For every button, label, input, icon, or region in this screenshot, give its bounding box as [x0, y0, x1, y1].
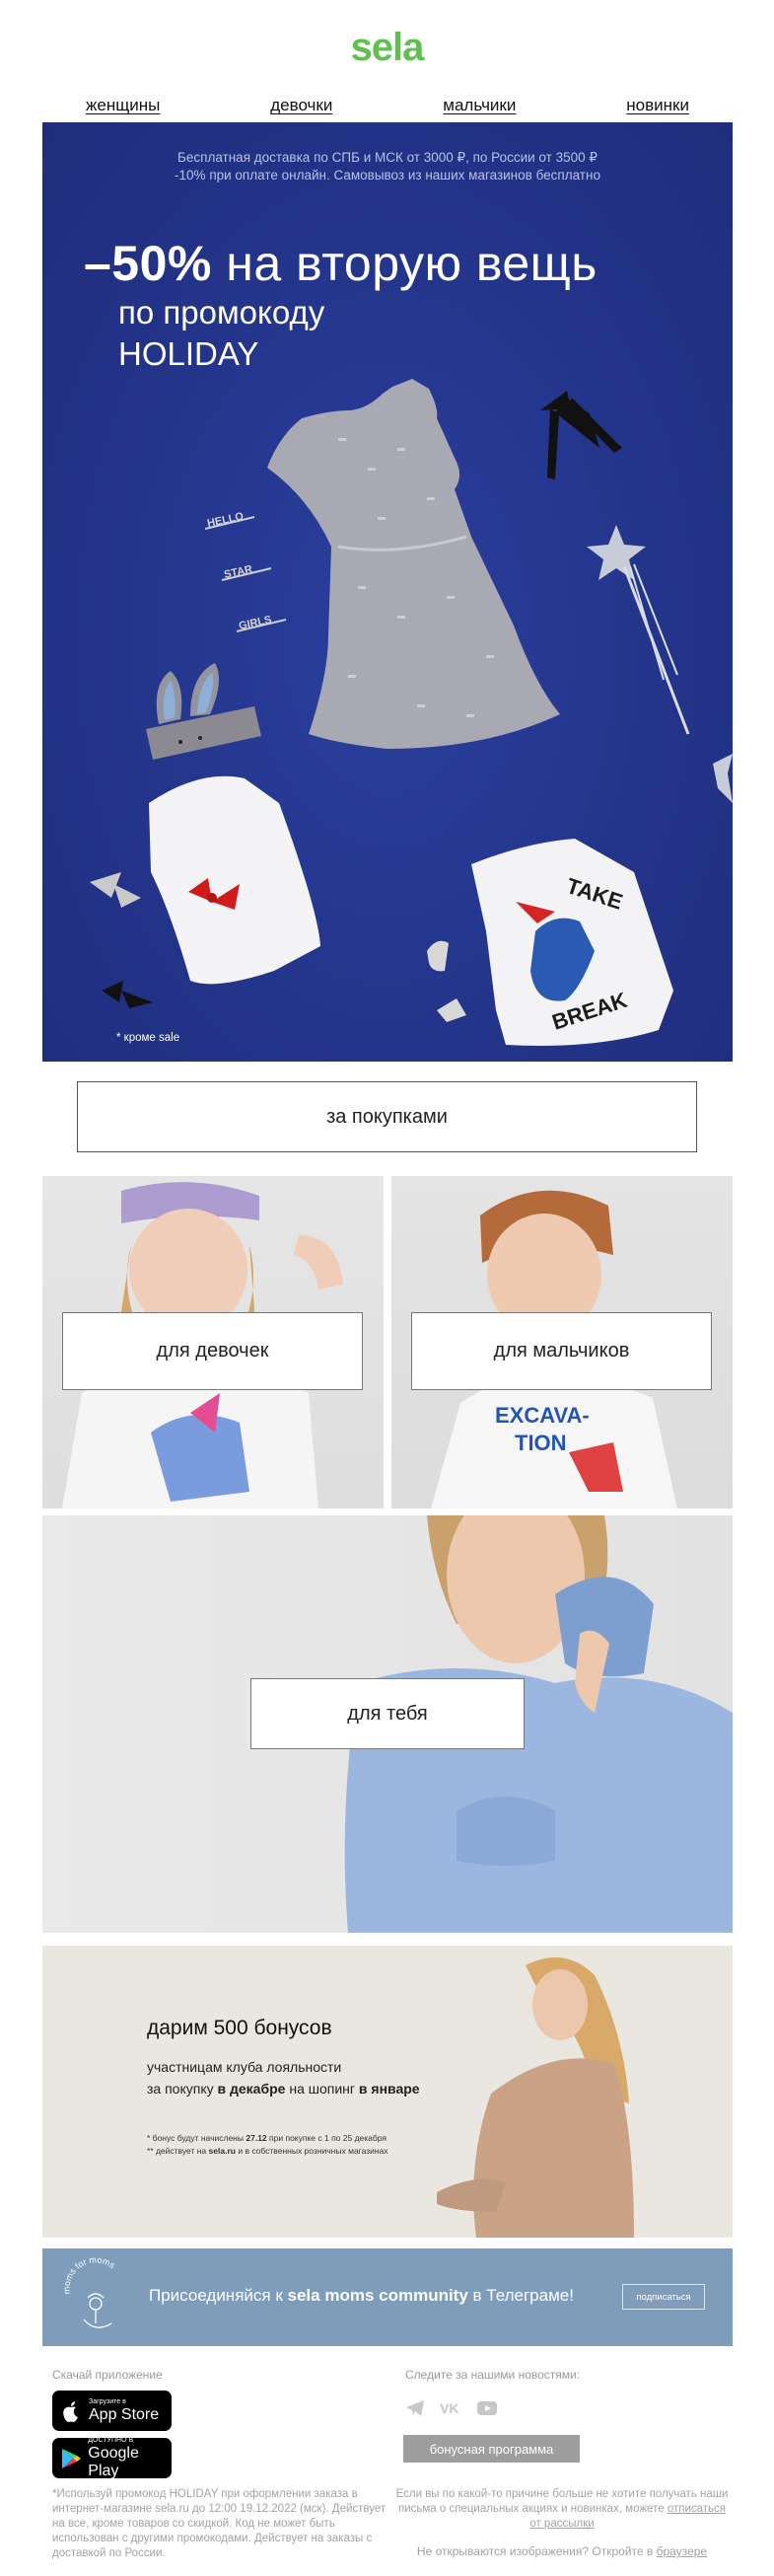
telegram-icon[interactable]	[405, 2399, 425, 2417]
bonus-line2-pre: за покупку	[147, 2081, 214, 2097]
bonus-line2-december: в декабре	[217, 2081, 286, 2097]
unsubscribe-text: Если вы по какой-то причине больше не хо…	[395, 2487, 729, 2532]
svg-text:EXCAVA-: EXCAVA-	[495, 1403, 590, 1428]
tile-you[interactable]: для тебя	[42, 1515, 733, 1933]
appstore-small-text: Загрузите в	[89, 2397, 126, 2405]
bonus-title: дарим 500 бонусов	[147, 2017, 332, 2039]
bunny-headband-image	[146, 663, 261, 760]
svg-text:moms for moms: moms for moms	[61, 2254, 116, 2294]
bonus-footnote-1: * бонус будут начислены 27.12 при покупк…	[147, 2132, 388, 2145]
svg-text:TION: TION	[515, 1431, 567, 1455]
google-play-icon	[58, 2446, 83, 2471]
gplay-small-text: ДОСТУПНО В	[88, 2436, 134, 2444]
shop-now-button[interactable]: за покупками	[77, 1081, 697, 1152]
black-bow-image	[540, 391, 622, 479]
subscribe-button[interactable]: подписаться	[622, 2284, 705, 2310]
apple-icon	[58, 2398, 84, 2424]
small-bows-image	[90, 872, 153, 1008]
appstore-big-text: App Store	[89, 2405, 160, 2423]
white-shirt-image	[149, 775, 320, 985]
star-decor-image	[713, 754, 733, 803]
bonus-line2-mid: на шопинг	[289, 2081, 356, 2097]
promo-disclaimer: *Используй промокод HOLIDAY при оформлен…	[52, 2488, 387, 2559]
bonus-line1: участницам клуба лояльности	[147, 2059, 342, 2075]
moms-text: Присоединяйся к sela moms community в Те…	[149, 2286, 574, 2306]
nav-girls[interactable]: девочки	[270, 96, 332, 115]
hero-product-illustration: HELLO STAR GIRLS TAKE BREAK	[90, 379, 733, 1046]
google-play-button[interactable]: ДОСТУПНО В Google Play	[52, 2436, 172, 2479]
social-links: VK	[405, 2399, 498, 2417]
open-in-browser-note: Не открываются изображения? Откройте в б…	[395, 2544, 729, 2558]
sequin-dress-image	[267, 379, 560, 749]
bonus-program-button[interactable]: бонусная программа	[403, 2435, 580, 2463]
nav-boys[interactable]: мальчики	[443, 96, 516, 115]
vk-icon[interactable]: VK	[439, 2399, 462, 2417]
bonus-line2-january: в январе	[358, 2081, 420, 2097]
open-in-browser-link[interactable]: браузере	[657, 2544, 707, 2558]
nav-new[interactable]: новинки	[626, 96, 689, 115]
tile-girls[interactable]: для девочек	[42, 1176, 384, 1509]
nav-women[interactable]: женщины	[86, 96, 160, 115]
svg-text:VK: VK	[440, 2400, 458, 2416]
star-wand-image	[587, 525, 690, 735]
bonus-fn2-pre: ** действует на	[147, 2146, 207, 2156]
moms-community-banner[interactable]: moms for moms Присоединяйся к sela moms …	[42, 2248, 733, 2346]
moms-community-name: sela moms community	[287, 2286, 468, 2305]
hero-footnote: * кроме sale	[116, 1032, 180, 1044]
bonus-line2: за покупку в декабре на шопинг в январе	[147, 2078, 420, 2099]
gplay-big-text: Google Play	[88, 2444, 139, 2479]
bonus-fn2-site: sela.ru	[208, 2146, 236, 2156]
hair-clips-image: HELLO STAR GIRLS	[204, 510, 287, 632]
bonus-footnote-2: ** действует на sela.ru и в собственных …	[147, 2145, 388, 2158]
moms-for-moms-logo-icon: moms for moms	[61, 2254, 117, 2328]
bonus-fn1-date: 27.12	[246, 2133, 267, 2143]
moms-text-pre: Присоединяйся к	[149, 2286, 283, 2305]
app-store-button[interactable]: Загрузите в App Store	[52, 2391, 172, 2431]
apps-label: Скачай приложение	[52, 2368, 163, 2382]
images-text: Не открываются изображения? Откройте в	[416, 2544, 654, 2558]
youtube-icon[interactable]	[476, 2399, 498, 2417]
bonus-fn1-post: при покупке с 1 по 25 декабря	[269, 2133, 387, 2143]
dino-tshirt-image: TAKE BREAK	[471, 839, 673, 1046]
bonus-fn1-pre: * бонус будут начислены	[147, 2133, 244, 2143]
moms-text-post: в Телеграме!	[472, 2286, 574, 2305]
hero-banner[interactable]: Бесплатная доставка по СПБ и МСК от 3000…	[42, 122, 733, 1062]
news-label: Следите за нашими новостями:	[405, 2368, 581, 2382]
bonus-fn2-post: и в собственных розничных магазинах	[238, 2146, 388, 2156]
bonus-banner[interactable]: дарим 500 бонусов участницам клуба лояль…	[42, 1946, 733, 2238]
top-nav: женщины девочки мальчики новинки	[42, 91, 733, 120]
for-girls-button[interactable]: для девочек	[62, 1312, 363, 1390]
bonus-description: участницам клуба лояльности за покупку в…	[147, 2056, 420, 2099]
sela-logo[interactable]: sela	[0, 26, 774, 70]
tile-boys[interactable]: EXCAVA- TION для мальчиков	[391, 1176, 733, 1509]
for-boys-button[interactable]: для мальчиков	[411, 1312, 712, 1390]
dino-figurines-image	[427, 940, 466, 1022]
bonus-footnotes: * бонус будут начислены 27.12 при покупк…	[147, 2132, 388, 2158]
for-you-button[interactable]: для тебя	[250, 1678, 525, 1749]
